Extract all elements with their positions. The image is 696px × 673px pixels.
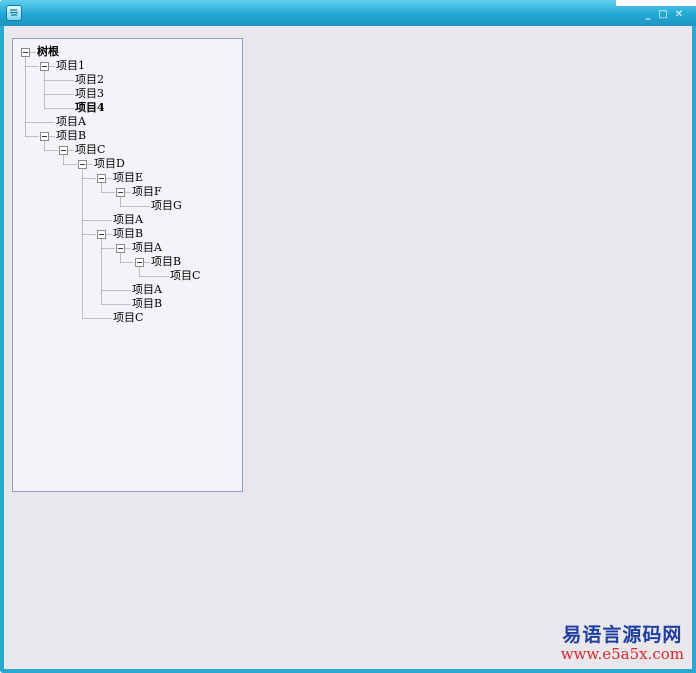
tree-node[interactable]: 项目A (132, 283, 162, 297)
maximize-button[interactable]: □ (656, 9, 670, 21)
tree-node[interactable]: 项目A (113, 213, 143, 227)
tree-expander-icon[interactable] (97, 230, 106, 239)
tree-node[interactable]: 项目F (132, 185, 162, 199)
title-bar[interactable]: _ □ ✕ (0, 0, 696, 26)
tree-view[interactable]: 树根 项目1 项目2 项目3 项目4 项目A 项目B 项目C 项目D 项目E 项目F 项目G 项目A 项… (12, 38, 243, 492)
watermark-url: www.e5a5x.com (560, 645, 684, 663)
close-button[interactable]: ✕ (672, 9, 686, 21)
tree-node[interactable]: 项目E (113, 171, 143, 185)
tree-node[interactable]: 项目2 (75, 73, 104, 87)
tree-node[interactable]: 项目D (94, 157, 125, 171)
tree-connector-lines (25, 52, 169, 319)
tree-node-root[interactable]: 树根 (37, 45, 59, 59)
tree-expander-icon[interactable] (116, 244, 125, 253)
watermark: 易语言源码网 www.e5a5x.com (561, 624, 684, 663)
tree-node[interactable]: 项目G (151, 199, 182, 213)
tree-node[interactable]: 项目B (151, 255, 181, 269)
tree-node[interactable]: 项目B (132, 297, 162, 311)
tree-node[interactable]: 项目B (56, 129, 86, 143)
watermark-title: 易语言源码网 (562, 624, 683, 646)
tree-expander-icon[interactable] (135, 258, 144, 267)
window-bottom-edge (70, 669, 696, 673)
tree-node[interactable]: 项目A (56, 115, 86, 129)
client-area: 树根 项目1 项目2 项目3 项目4 项目A 项目B 项目C 项目D 项目E 项目F 项目G 项目A 项… (4, 26, 692, 669)
tree-node[interactable]: 项目4 (75, 101, 105, 115)
tree-node[interactable]: 项目1 (56, 59, 85, 73)
tree-node[interactable]: 项目C (170, 269, 200, 283)
app-window: _ □ ✕ 树根 项目1 项目2 项目3 项目4 项目A 项目B 项目C 项目D 项目E 项目F 项… (0, 0, 696, 673)
tree-expander-icon[interactable] (78, 160, 87, 169)
title-bar-notch (616, 0, 696, 6)
tree-expander-icon[interactable] (59, 146, 68, 155)
minimize-button[interactable]: _ (641, 9, 655, 21)
tree-expander-icon[interactable] (40, 62, 49, 71)
tree-node[interactable]: 项目A (132, 241, 162, 255)
tree-node[interactable]: 项目C (75, 143, 105, 157)
app-icon[interactable] (6, 5, 22, 21)
root-expander-icon[interactable] (21, 48, 30, 57)
tree-expander-icon[interactable] (116, 188, 125, 197)
tree-node[interactable]: 项目B (113, 227, 143, 241)
tree-node[interactable]: 项目3 (75, 87, 104, 101)
tree-expander-icon[interactable] (40, 132, 49, 141)
tree-node[interactable]: 项目C (113, 311, 143, 325)
tree-expander-icon[interactable] (97, 174, 106, 183)
